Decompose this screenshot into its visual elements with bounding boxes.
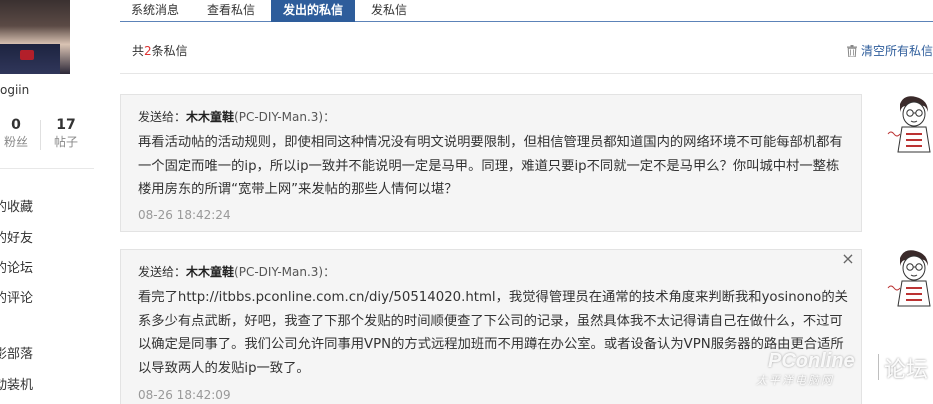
sidebar-item-tribe[interactable]: 影部落	[0, 343, 33, 362]
sidebar-item-forums[interactable]: 的论坛	[0, 257, 33, 276]
message-tabs: 系统消息 查看私信 发出的私信 发私信	[120, 0, 933, 22]
posts-count: 17	[56, 117, 76, 133]
sketch-avatar-icon	[886, 94, 933, 156]
recipient-id: (PC-DIY-Man.3)：	[234, 110, 336, 124]
to-label: 发送给：	[138, 265, 187, 279]
count-bar: 共2条私信 清空所有私信	[120, 36, 933, 66]
user-sidebar: ogiin 0 粉丝 17 帖子 的收藏 的好友 的论坛 的评论 影部落 动装机	[0, 0, 94, 404]
tab-inbox[interactable]: 查看私信	[196, 0, 266, 22]
recipient-avatar[interactable]	[886, 248, 933, 310]
sidebar-item-favorites[interactable]: 的收藏	[0, 196, 33, 215]
sidebar-divider	[0, 168, 94, 169]
watermark-separator	[878, 354, 879, 380]
username[interactable]: ogiin	[0, 83, 29, 97]
fans-count: 0	[11, 117, 21, 133]
message-item: 发送给：木木童鞋(PC-DIY-Man.3)： 再看活动帖的活动规则，即使相同这…	[120, 94, 862, 232]
close-icon[interactable]: ×	[841, 251, 855, 267]
user-avatar[interactable]	[0, 0, 70, 74]
count-suffix: 条私信	[151, 44, 188, 58]
message-body: 看完了http://itbbs.pconline.com.cn/diy/5051…	[138, 290, 848, 376]
avatar-bow	[20, 50, 34, 60]
stat-posts[interactable]: 17 帖子	[46, 116, 86, 150]
message-recipient-line: 发送给：木木童鞋(PC-DIY-Man.3)：	[138, 263, 335, 280]
sidebar-item-friends[interactable]: 的好友	[0, 227, 33, 246]
user-stats: 0 粉丝 17 帖子	[0, 116, 94, 156]
recipient-avatar[interactable]	[886, 94, 933, 156]
trash-icon	[846, 45, 857, 57]
message-recipient-line: 发送给：木木童鞋(PC-DIY-Man.3)：	[138, 108, 335, 125]
tab-system-messages[interactable]: 系统消息	[120, 0, 190, 22]
clear-all-label: 清空所有私信	[860, 44, 933, 58]
clear-all-button[interactable]: 清空所有私信	[846, 42, 933, 59]
sidebar-item-comments[interactable]: 的评论	[0, 287, 33, 306]
stat-divider	[40, 120, 41, 150]
message-time: 08-26 18:42:24	[138, 208, 231, 222]
count-prefix: 共	[132, 44, 145, 58]
message-time: 08-26 18:42:09	[138, 388, 231, 402]
sidebar-item-build[interactable]: 动装机	[0, 374, 33, 393]
message-body: 再看活动帖的活动规则，即使相同这种情况没有明文说明要限制，但相信管理员都知道国内…	[138, 135, 843, 197]
recipient-id: (PC-DIY-Man.3)：	[234, 265, 336, 279]
sketch-avatar-icon	[886, 248, 933, 310]
page-root: { "sidebar": { "username": "ogiin", "sta…	[0, 0, 933, 404]
count-number: 2	[144, 44, 152, 58]
tab-compose[interactable]: 发私信	[360, 0, 418, 22]
message-count: 共2条私信	[132, 42, 188, 59]
to-label: 发送给：	[138, 110, 187, 124]
header-divider	[120, 73, 933, 74]
fans-label: 粉丝	[3, 135, 28, 149]
tab-sent[interactable]: 发出的私信	[271, 0, 355, 22]
recipient-name[interactable]: 木木童鞋	[186, 110, 234, 124]
message-item: × 发送给：木木童鞋(PC-DIY-Man.3)： 看完了http://itbb…	[120, 249, 862, 404]
posts-label: 帖子	[53, 135, 78, 149]
watermark-forum: 论坛	[884, 358, 929, 383]
stat-fans[interactable]: 0 粉丝	[0, 116, 36, 150]
recipient-name[interactable]: 木木童鞋	[186, 265, 234, 279]
